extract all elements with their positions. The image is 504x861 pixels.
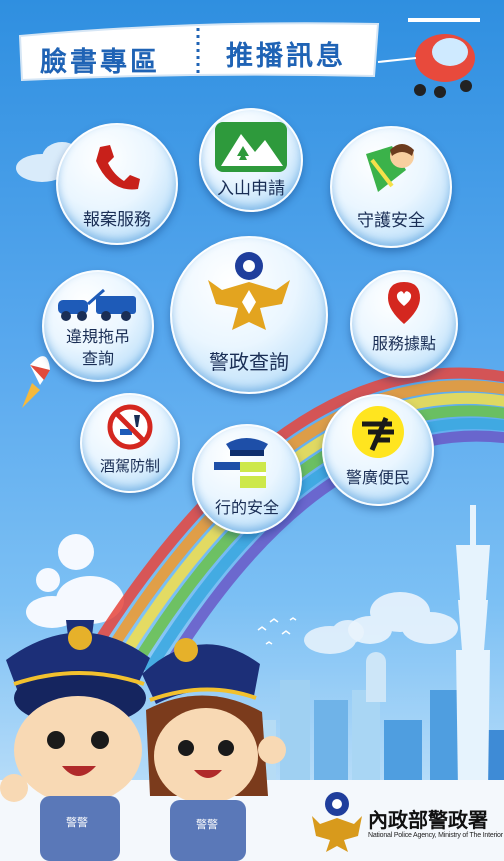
service-location-button[interactable]: 服務據點 xyxy=(350,270,458,378)
agency-emblem-icon xyxy=(312,792,362,852)
guard-safety-label: 守護安全 xyxy=(357,211,425,231)
agency-name-zh: 內政部警政署 xyxy=(368,808,488,832)
guard-safety-button[interactable]: 守護安全 xyxy=(330,126,452,248)
police-emblem-icon xyxy=(208,252,290,330)
police-radio-logo-icon xyxy=(352,406,404,458)
cloud-right xyxy=(348,592,458,644)
map-pin-icon xyxy=(388,282,420,324)
tow-truck-icon xyxy=(58,288,136,321)
drunk-driving-button[interactable]: 酒駕防制 xyxy=(80,393,180,493)
tow-query-button[interactable]: 違規拖吊 查詢 xyxy=(42,270,154,382)
no-drunk-driving-icon xyxy=(107,404,153,450)
traffic-officer-icon xyxy=(214,438,268,488)
mountain-permit-button[interactable]: 入山申請 xyxy=(199,108,303,212)
phone-icon xyxy=(96,145,140,190)
tow-query-label: 違規拖吊 查詢 xyxy=(65,327,130,368)
drunk-driving-label: 酒駕防制 xyxy=(99,457,160,475)
police-broadcast-button[interactable]: 警廣便民 xyxy=(322,394,434,506)
police-broadcast-label: 警廣便民 xyxy=(345,468,410,487)
app-screen: 臉書專區 推播訊息 報案服務 入山申請 守護安全 違規拖吊 查詢 警政查詢 服務… xyxy=(0,0,504,861)
traffic-safety-button[interactable]: 行的安全 xyxy=(192,424,302,534)
police-query-button[interactable]: 警政查詢 xyxy=(170,236,328,394)
traffic-safety-label: 行的安全 xyxy=(214,498,279,517)
police-query-label: 警政查詢 xyxy=(209,350,289,374)
mascot-girl: 警警 xyxy=(142,638,286,861)
map-child-icon xyxy=(366,144,414,192)
agency-name-en: National Police Agency, Ministry of The … xyxy=(368,832,503,839)
report-service-button[interactable]: 報案服務 xyxy=(56,123,178,245)
cloud-mid xyxy=(304,620,364,654)
helicopter-icon xyxy=(377,18,480,98)
report-service-label: 報案服務 xyxy=(83,210,151,230)
mountain-icon xyxy=(215,122,287,172)
service-location-label: 服務據點 xyxy=(371,334,436,353)
mascot-boy: 警警 xyxy=(0,620,150,861)
badge-girl: 警警 xyxy=(196,817,218,831)
mountain-permit-label: 入山申請 xyxy=(217,179,285,199)
badge-boy: 警警 xyxy=(66,815,88,829)
police-mascots: 警警 警警 xyxy=(0,620,286,861)
facebook-section-button[interactable]: 臉書專區 xyxy=(40,40,160,79)
push-messages-button[interactable]: 推播訊息 xyxy=(226,34,346,73)
